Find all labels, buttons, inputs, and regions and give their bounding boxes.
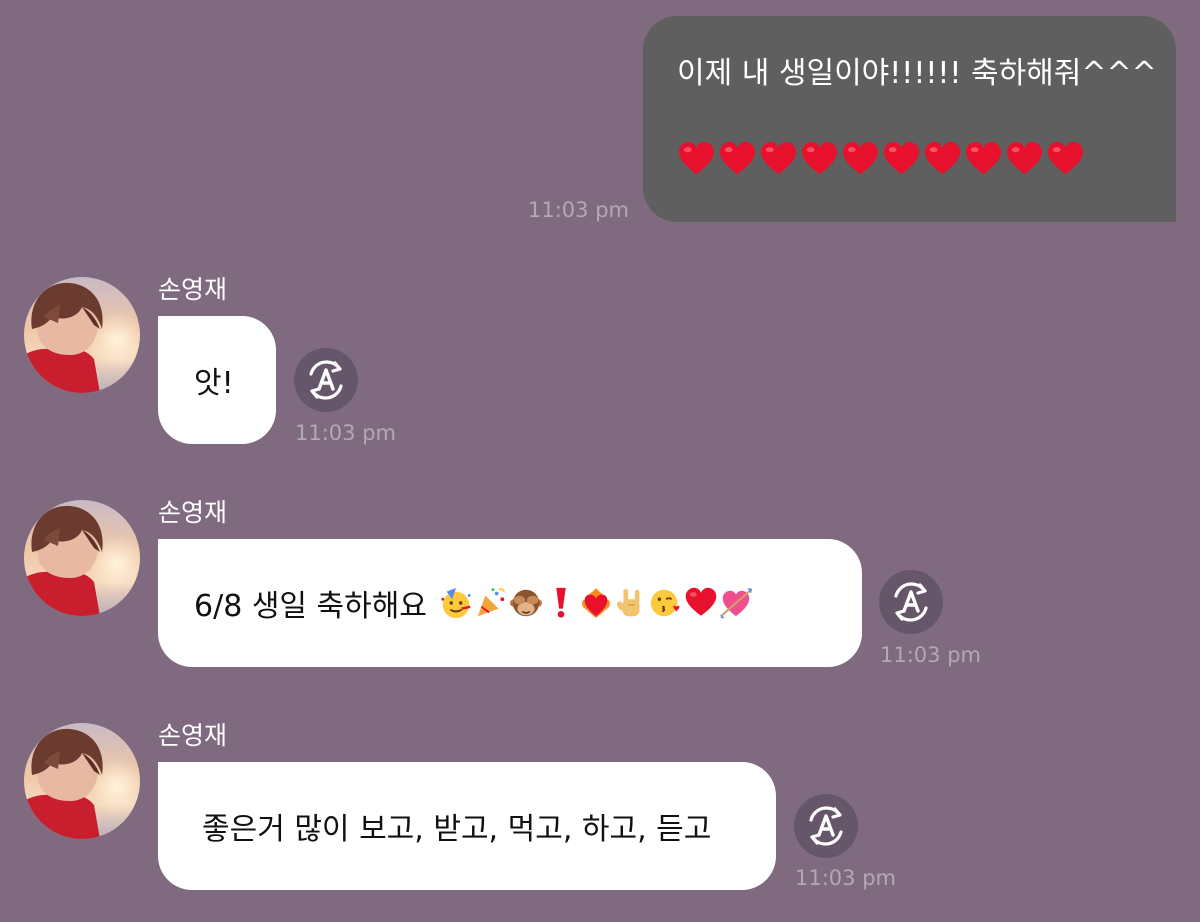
sent-message-time: 11:03 pm: [528, 198, 629, 222]
see-no-evil-monkey-icon: [509, 586, 543, 620]
translate-icon: [794, 794, 858, 858]
translate-icon: [879, 570, 943, 634]
message-time: 11:03 pm: [295, 421, 396, 445]
red-heart-icon: [1046, 140, 1085, 179]
heart-on-fire-icon: [579, 586, 613, 620]
party-popper-icon: [474, 586, 508, 620]
heart-with-arrow-icon: [719, 586, 753, 620]
red-heart-icon: [1005, 140, 1044, 179]
avatar-photo: [24, 277, 140, 393]
sent-message-bubble[interactable]: 이제 내 생일이야!!!!!! 축하해줘^^^: [643, 16, 1176, 222]
love-you-gesture-icon: [614, 586, 648, 620]
message-text: 좋은거 많이 보고, 받고, 먹고, 하고, 듣고: [202, 812, 712, 847]
avatar[interactable]: [24, 500, 140, 616]
avatar[interactable]: [24, 277, 140, 393]
message-time: 11:03 pm: [795, 866, 896, 890]
red-heart-icon: [964, 140, 1003, 179]
message-time: 11:03 pm: [880, 643, 981, 667]
avatar[interactable]: [24, 723, 140, 839]
red-heart-icon: [718, 140, 757, 179]
message-text: 6/8 생일 축하해요: [194, 589, 427, 624]
received-message-bubble[interactable]: 앗!: [158, 316, 276, 444]
received-message-bubble[interactable]: 좋은거 많이 보고, 받고, 먹고, 하고, 듣고: [158, 762, 776, 890]
avatar-photo: [24, 723, 140, 839]
red-heart-icon: [684, 586, 718, 620]
avatar-photo: [24, 500, 140, 616]
emoji-row: [439, 586, 753, 620]
red-heart-icon: [841, 140, 880, 179]
exclamation-mark-icon: [544, 586, 578, 620]
sent-message-hearts: [677, 140, 1156, 179]
sender-name: 손영재: [158, 498, 228, 527]
translate-icon: [294, 348, 358, 412]
sender-name: 손영재: [158, 275, 228, 304]
red-heart-icon: [923, 140, 962, 179]
translate-button[interactable]: [794, 794, 858, 858]
red-heart-icon: [759, 140, 798, 179]
face-blowing-kiss-icon: [649, 586, 683, 620]
partying-face-icon: [439, 586, 473, 620]
translate-button[interactable]: [294, 348, 358, 412]
sender-name: 손영재: [158, 721, 228, 750]
received-message-bubble[interactable]: 6/8 생일 축하해요: [158, 539, 862, 667]
red-heart-icon: [677, 140, 716, 179]
red-heart-icon: [800, 140, 839, 179]
translate-button[interactable]: [879, 570, 943, 634]
red-heart-icon: [882, 140, 921, 179]
sent-message-text: 이제 내 생일이야!!!!!! 축하해줘^^^: [677, 56, 1157, 91]
message-text: 앗!: [194, 366, 234, 401]
